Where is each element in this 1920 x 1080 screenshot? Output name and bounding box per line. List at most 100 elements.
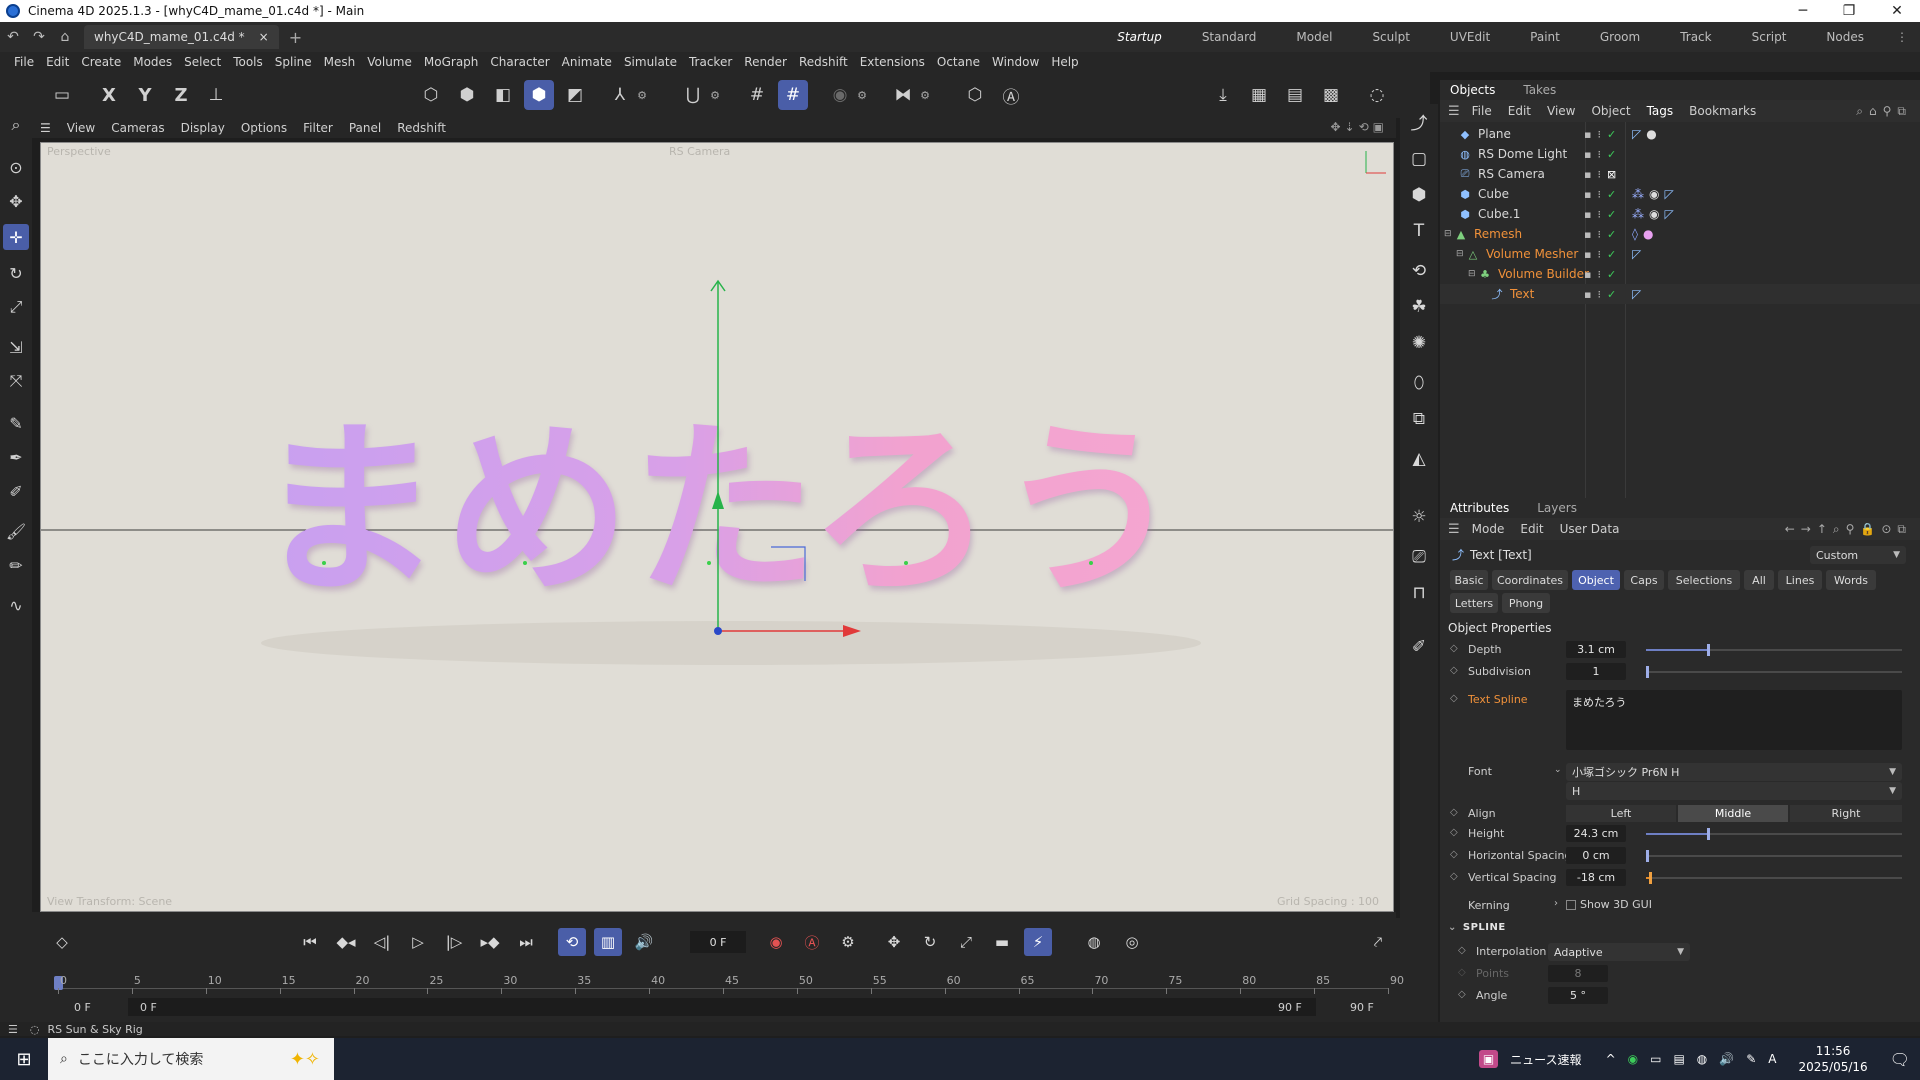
menu-extensions[interactable]: Extensions [854,55,931,69]
depth-field[interactable]: 3.1 cm [1566,641,1626,658]
tray-display-icon[interactable]: ▤ [1673,1052,1684,1066]
key-settings-icon[interactable]: ⚙ [834,928,862,956]
go-to-end-icon[interactable]: ⏭ [512,928,540,956]
layout-groom[interactable]: Groom [1580,30,1660,44]
viewport-menu-redshift[interactable]: Redshift [389,121,454,135]
deformer-icon[interactable]: ✺ [1406,330,1432,356]
objects-menu-object[interactable]: Object [1591,104,1630,118]
material-tag-icon[interactable]: ● [1646,127,1656,141]
visibility-tag-icon[interactable]: ◉ [1649,187,1659,201]
taskbar-clock[interactable]: 11:56 2025/05/16 [1799,1043,1868,1075]
viewport-menu-view[interactable]: View [59,121,103,135]
news-label[interactable]: ニュース速報 [1510,1051,1581,1068]
subtab-object[interactable]: Object [1572,570,1620,590]
key-parameter-icon[interactable]: ▬ [988,928,1016,956]
live-selection-icon[interactable]: ⊙ [3,154,29,180]
height-slider[interactable] [1646,828,1902,840]
enabled-check-icon[interactable]: ✓ [1607,128,1616,141]
keyframe-diamond-icon[interactable]: ◇ [1450,643,1458,654]
object-row-cube[interactable]: ⬢ Cube ▪ ⁝ ✓ ⁂ ◉ ◸ [1440,184,1920,204]
tab-layers[interactable]: Layers [1537,501,1577,515]
layout-script[interactable]: Script [1732,30,1807,44]
layout-standard[interactable]: Standard [1182,30,1277,44]
generator-icon[interactable]: ⟲ [1406,258,1432,284]
auto-keying-mode-icon[interactable]: Ⓐ [996,80,1026,110]
redshift-ipr-icon[interactable]: ◌ [1362,80,1392,110]
menu-volume[interactable]: Volume [361,55,418,69]
object-row-remesh[interactable]: ⊟ ▲ Remesh ▪ ⁝ ✓ ◊ ● [1440,224,1920,244]
preview-start-field[interactable]: 0 F [140,1001,157,1014]
key-rotation-icon[interactable]: ↻ [916,928,944,956]
command-palette-icon[interactable]: ▭ [47,80,77,110]
horizontal-spacing-field[interactable]: 0 cm [1566,847,1626,864]
lock-x-axis-button[interactable]: X [94,80,124,110]
scene-icon[interactable]: ◭ [1406,446,1432,472]
font-expand-icon[interactable]: ⌄ [1554,765,1562,775]
paint-tool-icon[interactable]: ✏ [3,552,29,578]
layout-uvedit[interactable]: UVEdit [1430,30,1510,44]
previous-frame-icon[interactable]: ◁| [368,928,396,956]
attributes-menu-edit[interactable]: Edit [1520,522,1543,536]
snap-icon[interactable]: ⋃ ⚙ [678,80,720,110]
text-icon[interactable]: T [1406,218,1432,244]
scale-tool-icon[interactable]: ⤢ [3,294,29,320]
previous-key-icon[interactable]: ◆◂ [332,928,360,956]
menu-mesh[interactable]: Mesh [318,55,362,69]
loop-icon[interactable]: ⟲ [558,928,586,956]
menu-edit[interactable]: Edit [40,55,75,69]
brush-tool-icon[interactable]: 🖌 [3,518,29,544]
viewport-menu-panel[interactable]: Panel [341,121,389,135]
font-style-dropdown[interactable]: H ▼ [1566,782,1902,800]
keyframe-diamond-icon[interactable]: ◇ [1450,871,1458,882]
objects-menu-file[interactable]: File [1472,104,1492,118]
layout-startup[interactable]: Startup [1097,30,1182,44]
document-tab[interactable]: whyC4D_mame_01.c4d * × [84,25,279,49]
spline-objects-icon[interactable]: ⤴ [1406,108,1432,134]
menu-select[interactable]: Select [178,55,227,69]
objects-hamburger-icon[interactable]: ☰ [1448,104,1460,119]
menu-simulate[interactable]: Simulate [618,55,683,69]
display-tag-icon[interactable]: ◊ [1632,227,1638,241]
keyframe-diamond-icon[interactable]: ◇ [1450,693,1458,704]
undo-icon[interactable]: ↶ [0,29,26,45]
volume-icon[interactable]: ⧉ [1406,406,1432,432]
attributes-menu-mode[interactable]: Mode [1472,522,1505,536]
objects-menu-bookmarks[interactable]: Bookmarks [1689,104,1756,118]
menu-octane[interactable]: Octane [931,55,986,69]
menu-mograph[interactable]: MoGraph [418,55,485,69]
enabled-check-icon[interactable]: ✓ [1607,268,1616,281]
objects-toolbar-icons[interactable]: ⌕⌂⚲⧉ [1856,104,1912,119]
pen-tool-icon[interactable]: ✎ [3,410,29,436]
home-icon[interactable]: ⌂ [52,29,78,45]
close-button[interactable]: ✕ [1874,0,1920,22]
text-object-3d[interactable]: まめたろう [256,418,1185,604]
align-middle-button[interactable]: Middle [1678,805,1788,822]
menu-help[interactable]: Help [1045,55,1084,69]
tray-network-icon[interactable]: ▭ [1650,1052,1661,1066]
axis-settings-icon[interactable]: ⚙ [637,89,647,102]
uv-mode-icon[interactable]: ◩ [560,80,590,110]
text-spline-textarea[interactable]: まめたろう [1566,690,1902,750]
show-3d-gui-checkbox[interactable]: Show 3D GUI [1566,898,1652,911]
subdivision-field[interactable]: 1 [1566,663,1626,680]
objects-menu-tags[interactable]: Tags [1647,104,1674,118]
key-scale-icon[interactable]: ⤢ [952,928,980,956]
viewport-menu-display[interactable]: Display [173,121,233,135]
render-tag-icon[interactable]: ⊓ [1406,580,1432,606]
subtab-phong[interactable]: Phong [1502,593,1550,613]
align-left-button[interactable]: Left [1566,805,1676,822]
subtab-letters[interactable]: Letters [1450,593,1498,613]
object-row-plane[interactable]: ◆ Plane ▪ ⁝ ✓ ◸ ● [1440,124,1920,144]
vertical-spacing-field[interactable]: -18 cm [1566,869,1626,886]
attributes-hamburger-icon[interactable]: ☰ [1448,522,1460,537]
object-row-text[interactable]: ⤴ Text ▪ ⁝ ✓ ◸ [1440,284,1920,304]
preview-range-bar[interactable] [128,998,1316,1016]
height-field[interactable]: 24.3 cm [1566,825,1626,842]
volume-icon[interactable]: 🔊 [1719,1052,1734,1066]
play-icon[interactable]: ▷ [404,928,432,956]
timeline-window-icon[interactable]: ⤤ [1364,928,1392,956]
field-icon[interactable]: ⬯ [1406,370,1432,396]
soft-selection-icon[interactable]: ◉ ⚙ [825,80,867,110]
horizontal-spacing-slider[interactable] [1646,850,1902,862]
symmetry-icon[interactable]: ⧓ ⚙ [888,80,931,110]
